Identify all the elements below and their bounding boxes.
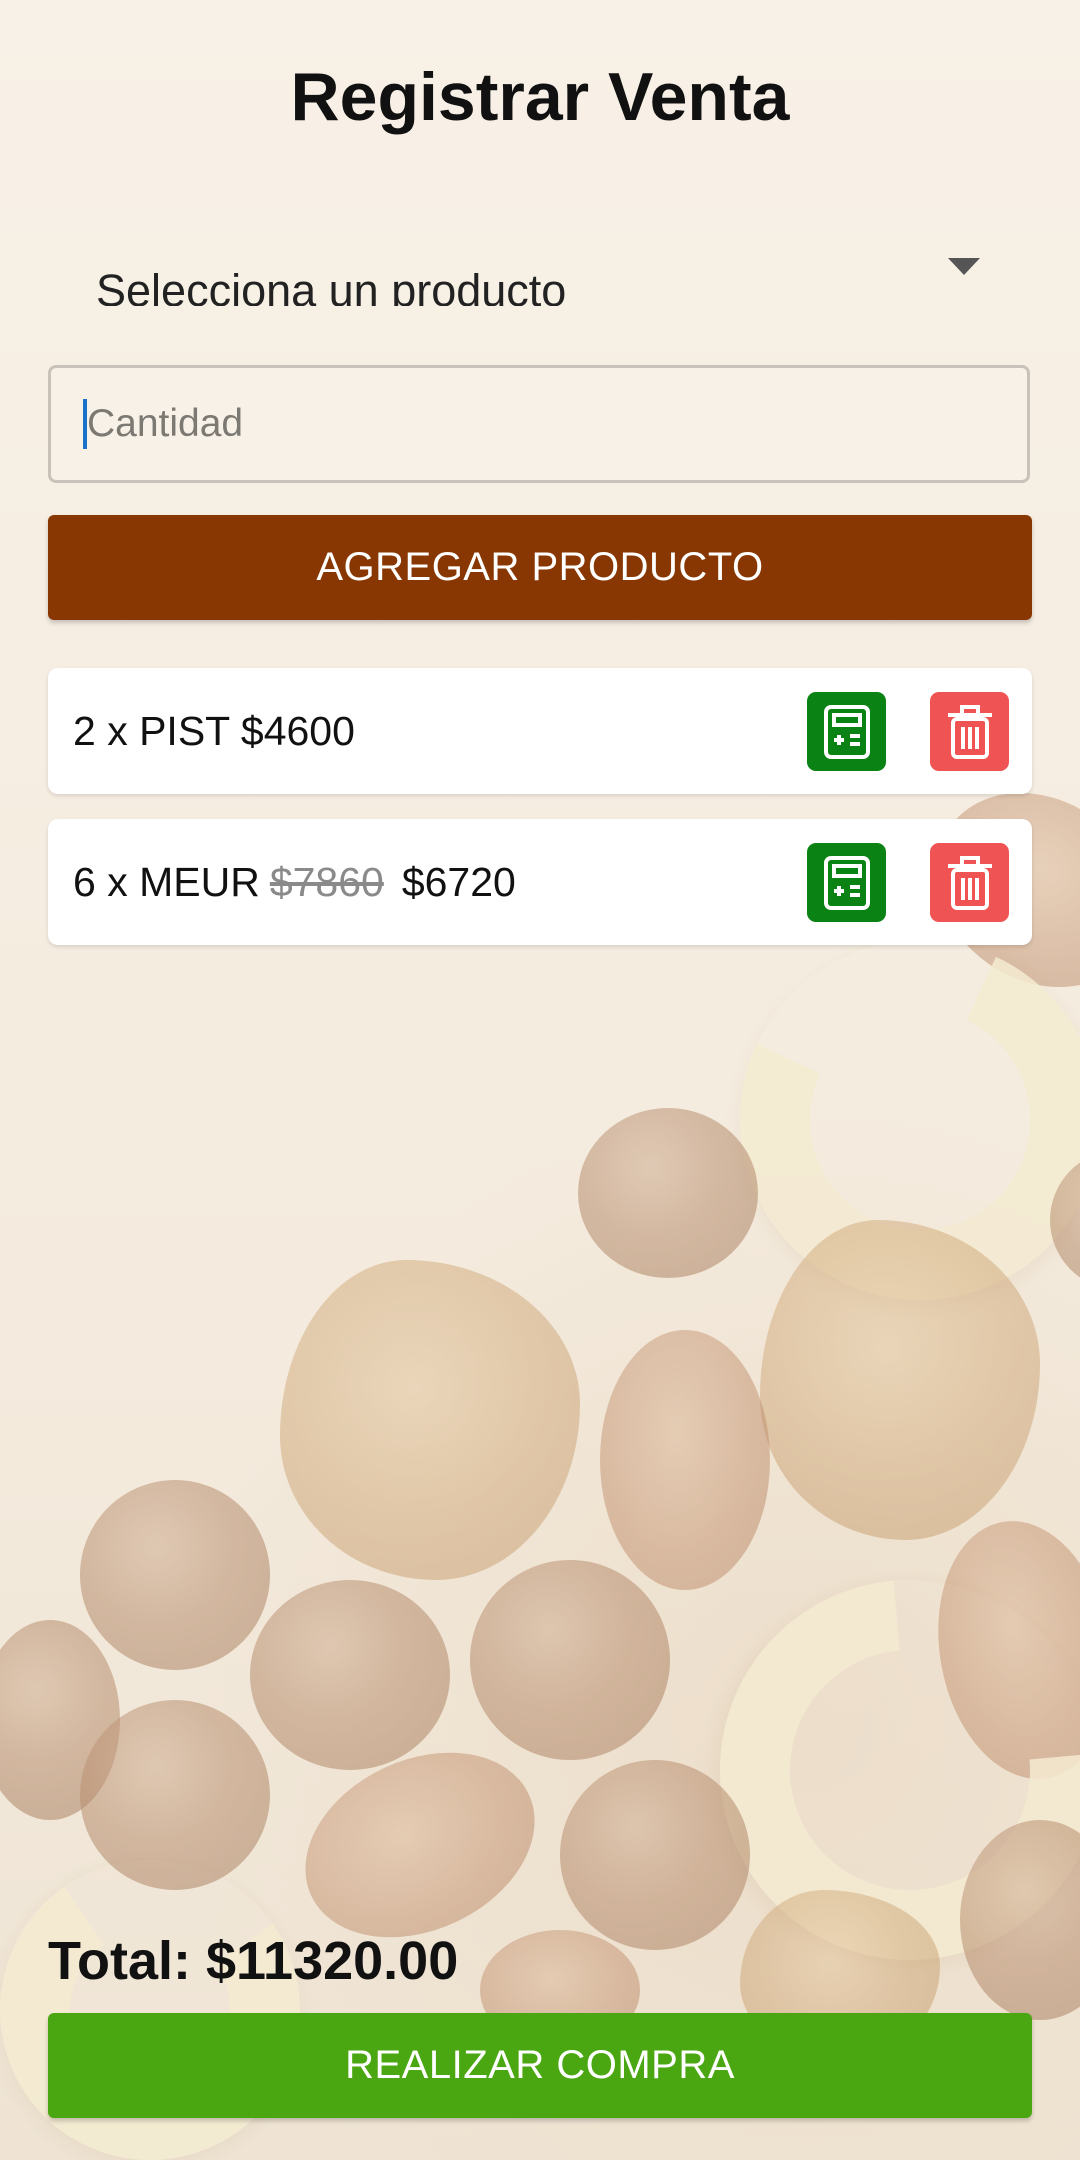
calculator-button[interactable] [807, 843, 886, 922]
trash-icon [947, 855, 992, 910]
cart-item: 6 x MEUR $7860 $6720 [48, 819, 1032, 945]
cart-item-original-price: $7860 [269, 858, 384, 905]
product-select-value: Selecciona un producto [96, 265, 567, 306]
page-title: Registrar Venta [290, 59, 790, 135]
quantity-input[interactable]: Cantidad [48, 365, 1030, 483]
cart-item-price: $6720 [401, 858, 516, 905]
cart-item-label: 6 x MEUR [73, 858, 260, 905]
cart-item-price: $4600 [240, 707, 355, 754]
quantity-placeholder: Cantidad [87, 402, 244, 445]
product-select[interactable]: Selecciona un producto [96, 236, 996, 306]
cart-item-label: 2 x PIST [73, 707, 230, 754]
trash-icon [947, 704, 992, 759]
dropdown-arrow-icon[interactable] [948, 258, 980, 275]
calculator-icon [823, 855, 870, 910]
calculator-button[interactable] [807, 692, 886, 771]
cart-item-text: 2 x PIST $4600 [73, 708, 355, 755]
delete-button[interactable] [930, 692, 1009, 771]
add-product-button[interactable]: AGREGAR PRODUCTO [48, 515, 1032, 620]
cart-item-text: 6 x MEUR $7860 $6720 [73, 859, 516, 906]
total-amount: Total: $11320.00 [48, 1931, 459, 1991]
cart-list: 2 x PIST $4600 6 x MEUR $7860 $6720 [48, 668, 1032, 970]
delete-button[interactable] [930, 843, 1009, 922]
cart-item: 2 x PIST $4600 [48, 668, 1032, 794]
complete-purchase-button[interactable]: REALIZAR COMPRA [48, 2013, 1032, 2118]
calculator-icon [823, 704, 870, 759]
